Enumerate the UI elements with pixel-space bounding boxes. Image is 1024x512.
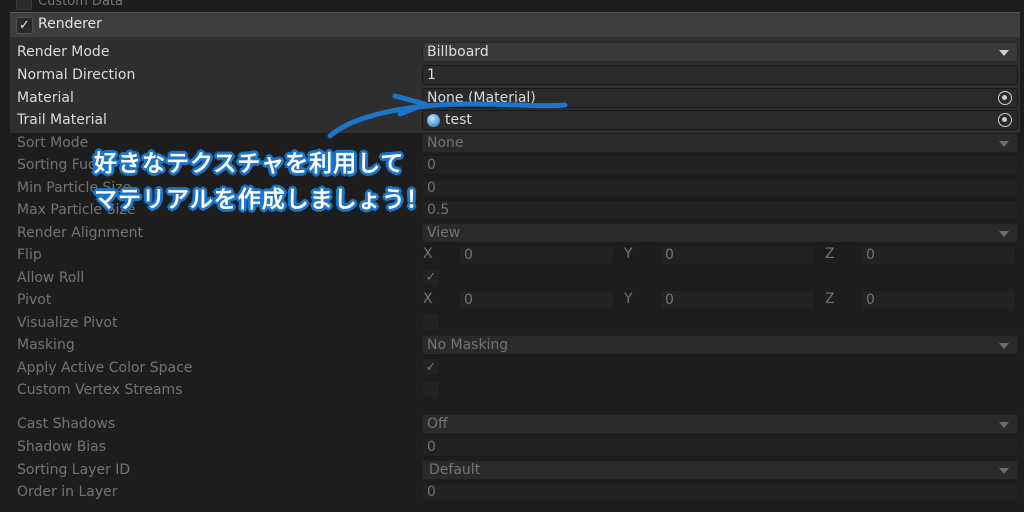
annotation-line-1: 好きなテクスチャを利用して: [94, 151, 405, 177]
annotation-line-2: マテリアルを作成しましょう！: [94, 187, 430, 213]
annotation-arrow-icon: [327, 93, 568, 139]
renderer-inspector: Custom Data ✓ Renderer Render Mode Billb…: [0, 0, 1024, 512]
